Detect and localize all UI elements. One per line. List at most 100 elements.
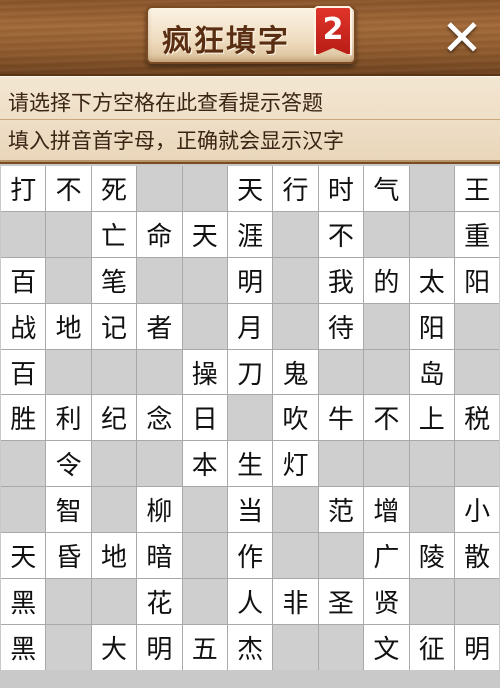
grid-cell-filled[interactable]: 亡 <box>91 211 137 257</box>
grid-cell-filled[interactable]: 人 <box>227 579 273 624</box>
grid-cell-filled[interactable]: 增 <box>364 487 409 533</box>
grid-cell-filled[interactable]: 贤 <box>364 579 409 624</box>
grid-cell-filled[interactable]: 黑 <box>1 579 46 624</box>
grid-cell-filled[interactable]: 天 <box>1 533 46 579</box>
grid-cell-filled[interactable]: 花 <box>137 579 182 624</box>
grid-cell-filled[interactable]: 不 <box>318 211 364 257</box>
grid-cell-filled[interactable]: 王 <box>454 166 500 211</box>
grid-cell-blocked <box>137 166 182 211</box>
hint-divider <box>0 119 500 120</box>
grid-cell-blocked <box>409 579 454 624</box>
grid-cell-filled[interactable]: 大 <box>91 624 137 670</box>
grid-cell-filled[interactable]: 打 <box>1 166 46 211</box>
puzzle-board: 打不死天行时气王亡命天涯不重百笔明我的太阳战地记者月待阳百操刀鬼岛胜利纪念日吹牛… <box>0 164 500 688</box>
grid-cell-filled[interactable]: 黑 <box>1 624 46 670</box>
grid-cell-blocked <box>91 579 137 624</box>
grid-cell-filled[interactable]: 五 <box>182 624 227 670</box>
grid-cell-filled[interactable]: 者 <box>137 303 182 349</box>
grid-cell-filled[interactable]: 本 <box>182 441 227 487</box>
grid-cell-filled[interactable]: 征 <box>409 624 454 670</box>
grid-cell-filled[interactable]: 百 <box>1 349 46 395</box>
grid-cell-filled[interactable]: 散 <box>454 533 500 579</box>
grid-cell-filled[interactable]: 小 <box>454 487 500 533</box>
grid-cell-filled[interactable]: 利 <box>46 395 91 441</box>
grid-cell-blocked <box>1 211 46 257</box>
grid-cell-blocked <box>364 303 409 349</box>
grid-cell-filled[interactable]: 阳 <box>454 257 500 303</box>
grid-cell-filled[interactable]: 岛 <box>409 349 454 395</box>
grid-cell-filled[interactable]: 牛 <box>318 395 364 441</box>
grid-cell-filled[interactable]: 税 <box>454 395 500 441</box>
grid-cell-filled[interactable]: 明 <box>227 257 273 303</box>
grid-cell-filled[interactable]: 记 <box>91 303 137 349</box>
grid-cell-filled[interactable]: 当 <box>227 487 273 533</box>
grid-cell-filled[interactable]: 吹 <box>273 395 318 441</box>
close-button[interactable]: ✕ <box>436 12 488 64</box>
grid-cell-filled[interactable]: 气 <box>364 166 409 211</box>
grid-cell-filled[interactable]: 昏 <box>46 533 91 579</box>
grid-cell-blocked <box>318 533 364 579</box>
grid-cell-filled[interactable]: 非 <box>273 579 318 624</box>
grid-cell-blocked <box>273 487 318 533</box>
grid-cell-filled[interactable]: 柳 <box>137 487 182 533</box>
grid-cell-filled[interactable]: 天 <box>182 211 227 257</box>
grid-cell-filled[interactable]: 广 <box>364 533 409 579</box>
grid-cell-filled[interactable]: 战 <box>1 303 46 349</box>
grid-cell-blocked <box>182 533 227 579</box>
hint-panel: 请选择下方空格在此查看提示答题 填入拼音首字母，正确就会显示汉字 <box>0 76 500 162</box>
grid-cell-filled[interactable]: 我 <box>318 257 364 303</box>
grid-cell-filled[interactable]: 行 <box>273 166 318 211</box>
grid-cell-filled[interactable]: 生 <box>227 441 273 487</box>
grid-cell-blocked <box>182 166 227 211</box>
grid-cell-filled[interactable]: 灯 <box>273 441 318 487</box>
grid-cell-filled[interactable]: 太 <box>409 257 454 303</box>
grid-cell-filled[interactable]: 陵 <box>409 533 454 579</box>
grid-cell-filled[interactable]: 念 <box>137 395 182 441</box>
grid-cell-filled[interactable]: 上 <box>409 395 454 441</box>
grid-cell-filled[interactable]: 刀 <box>227 349 273 395</box>
grid-cell-filled[interactable]: 操 <box>182 349 227 395</box>
grid-cell-filled[interactable]: 胜 <box>1 395 46 441</box>
top-bar: 疯狂填字 2 ✕ <box>0 0 500 76</box>
grid-cell-filled[interactable]: 涯 <box>227 211 273 257</box>
grid-cell-filled[interactable]: 时 <box>318 166 364 211</box>
grid-cell-blocked <box>273 303 318 349</box>
grid-cell-filled[interactable]: 的 <box>364 257 409 303</box>
grid-cell-filled[interactable]: 鬼 <box>273 349 318 395</box>
grid-cell-filled[interactable]: 暗 <box>137 533 182 579</box>
grid-cell-filled[interactable]: 令 <box>46 441 91 487</box>
grid-cell-filled[interactable]: 不 <box>46 166 91 211</box>
grid-cell-filled[interactable]: 纪 <box>91 395 137 441</box>
grid-cell-filled[interactable]: 阳 <box>409 303 454 349</box>
grid-cell-filled[interactable]: 死 <box>91 166 137 211</box>
grid-cell-filled[interactable]: 天 <box>227 166 273 211</box>
grid-cell-blocked <box>91 441 137 487</box>
grid-cell-blocked <box>273 211 318 257</box>
grid-cell-filled[interactable]: 智 <box>46 487 91 533</box>
grid-cell-filled[interactable]: 范 <box>318 487 364 533</box>
grid-cell-filled[interactable]: 月 <box>227 303 273 349</box>
grid-cell-filled[interactable]: 明 <box>454 624 500 670</box>
grid-cell-blocked <box>91 487 137 533</box>
grid-cell-filled[interactable]: 地 <box>46 303 91 349</box>
grid-cell-filled[interactable]: 笔 <box>91 257 137 303</box>
grid-cell-filled[interactable]: 重 <box>454 211 500 257</box>
grid-cell-filled[interactable]: 明 <box>137 624 182 670</box>
grid-cell-filled[interactable]: 不 <box>364 395 409 441</box>
grid-cell-filled[interactable]: 文 <box>364 624 409 670</box>
grid-cell-filled[interactable]: 百 <box>1 257 46 303</box>
grid-cell-blocked <box>227 395 273 441</box>
grid-cell-blocked <box>46 624 91 670</box>
grid-cell-filled[interactable]: 待 <box>318 303 364 349</box>
grid-cell-filled[interactable]: 杰 <box>227 624 273 670</box>
grid-cell-filled[interactable]: 命 <box>137 211 182 257</box>
grid-cell-filled[interactable]: 日 <box>182 395 227 441</box>
grid-cell-filled[interactable]: 作 <box>227 533 273 579</box>
grid-cell-filled[interactable]: 地 <box>91 533 137 579</box>
hint-line-1: 请选择下方空格在此查看提示答题 <box>8 91 323 115</box>
grid-cell-filled[interactable]: 圣 <box>318 579 364 624</box>
grid-cell-blocked <box>182 303 227 349</box>
grid-cell-blocked <box>273 257 318 303</box>
grid-cell-blocked <box>137 349 182 395</box>
grid-cell-blocked <box>454 579 500 624</box>
